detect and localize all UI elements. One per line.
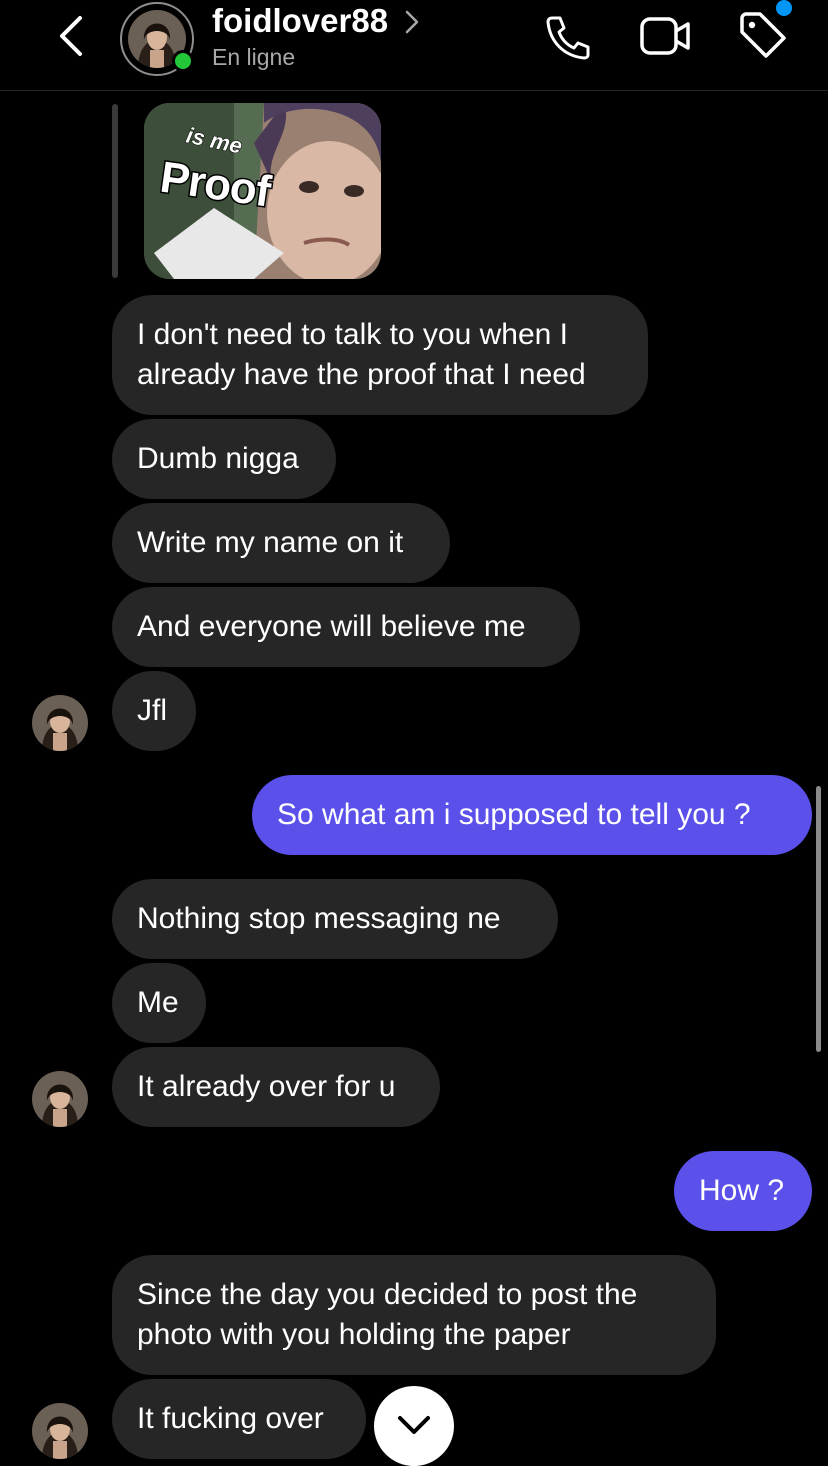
message-incoming[interactable]: Since the day you decided to post the ph… xyxy=(112,1255,716,1375)
message-incoming[interactable]: Nothing stop messaging ne xyxy=(112,879,558,959)
message-incoming[interactable]: Jfl xyxy=(112,671,196,751)
sender-avatar[interactable] xyxy=(32,1071,88,1127)
message-text: Nothing stop messaging ne xyxy=(137,902,501,935)
message-text: Me xyxy=(137,986,179,1019)
message-text: Jfl xyxy=(137,694,167,727)
online-status: En ligne xyxy=(212,44,296,70)
chat-username[interactable]: foidlover88 xyxy=(212,2,388,40)
message-text: It already over for u xyxy=(137,1070,396,1103)
message-incoming[interactable]: Me xyxy=(112,963,206,1043)
online-indicator xyxy=(172,50,194,72)
message-outgoing[interactable]: How ? xyxy=(674,1151,812,1231)
message-text: Dumb nigga xyxy=(137,442,299,475)
chevron-down-icon xyxy=(398,1416,430,1434)
message-text: And everyone will believe me xyxy=(137,610,526,643)
message-incoming[interactable]: Write my name on it xyxy=(112,503,450,583)
message-line: I don't need to talk to you when I xyxy=(137,318,569,351)
message-line: already have the proof that I need xyxy=(137,358,586,391)
message-text: How ? xyxy=(699,1174,785,1207)
sender-avatar[interactable] xyxy=(32,695,88,751)
message-incoming[interactable]: It already over for u xyxy=(112,1047,440,1127)
message-text: So what am i supposed to tell you ? xyxy=(277,798,751,831)
chevron-right-icon[interactable] xyxy=(402,8,422,36)
message-line: Since the day you decided to post the xyxy=(137,1278,638,1311)
message-incoming[interactable]: Dumb nigga xyxy=(112,419,336,499)
tag-icon[interactable] xyxy=(738,12,788,60)
message-incoming[interactable]: I don't need to talk to you when I alrea… xyxy=(112,295,648,415)
message-line: photo with you holding the paper xyxy=(137,1318,571,1351)
sender-avatar[interactable] xyxy=(32,1403,88,1459)
chat-header: foidlover88 En ligne xyxy=(0,0,828,91)
message-text: It fucking over xyxy=(137,1402,324,1435)
scrollbar[interactable] xyxy=(816,786,821,1052)
back-chevron-icon[interactable] xyxy=(52,14,92,58)
reply-indicator-line xyxy=(112,104,118,278)
video-camera-icon[interactable] xyxy=(640,16,692,56)
scroll-to-bottom-button[interactable] xyxy=(374,1386,454,1466)
message-incoming[interactable]: And everyone will believe me xyxy=(112,587,580,667)
phone-icon[interactable] xyxy=(544,14,592,60)
message-text: Write my name on it xyxy=(137,526,404,559)
notification-dot xyxy=(776,0,792,16)
message-incoming[interactable]: It fucking over xyxy=(112,1379,366,1459)
message-outgoing[interactable]: So what am i supposed to tell you ? xyxy=(252,775,812,855)
